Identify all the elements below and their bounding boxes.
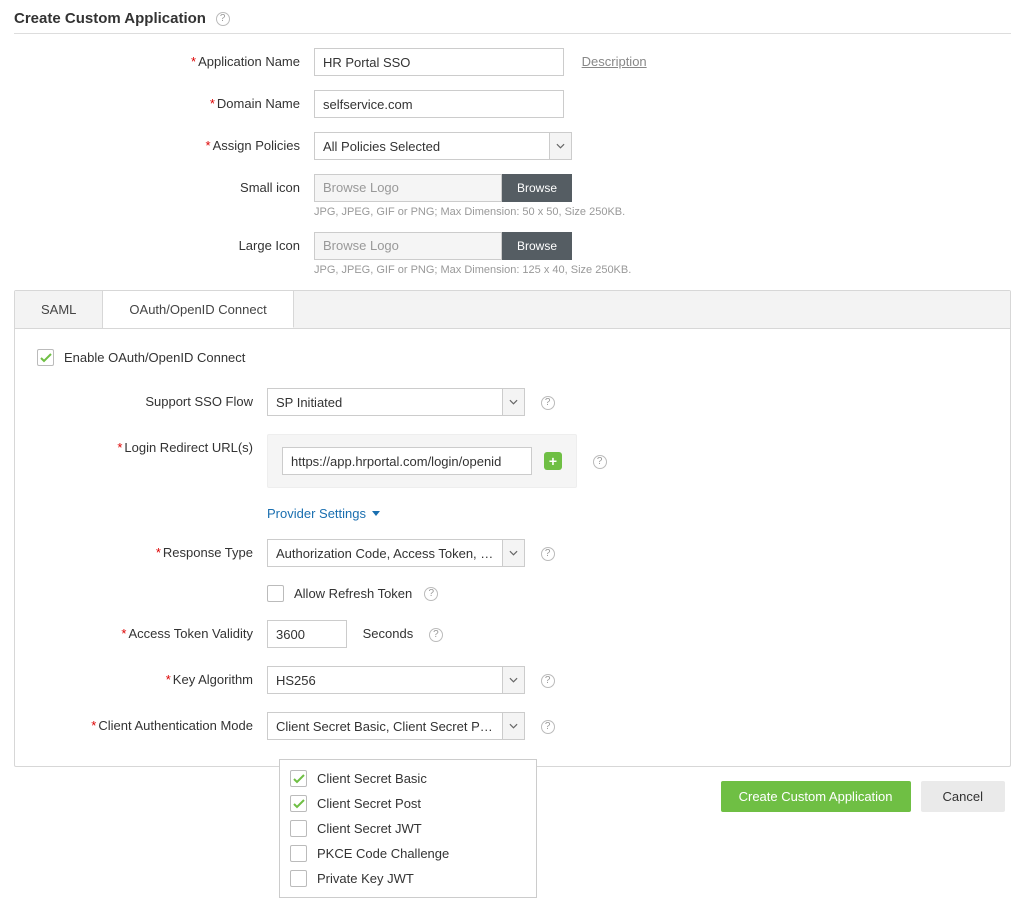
input-access-token-validity[interactable] — [267, 620, 347, 648]
label-access-token-validity: *Access Token Validity — [37, 620, 267, 641]
description-link[interactable]: Description — [582, 48, 647, 76]
label-large-icon: Large Icon — [14, 232, 314, 253]
checkbox-allow-refresh-token[interactable] — [267, 585, 284, 602]
checkbox-icon[interactable] — [290, 770, 307, 787]
hint-large-icon: JPG, JPEG, GIF or PNG; Max Dimension: 12… — [314, 264, 631, 276]
chevron-down-icon — [549, 133, 571, 159]
label-domain-name: *Domain Name — [14, 90, 314, 111]
tabs: SAML OAuth/OpenID Connect — [15, 291, 1010, 329]
chevron-down-icon — [502, 667, 524, 693]
select-sso-flow[interactable]: SP Initiated — [267, 388, 525, 416]
chevron-down-icon — [502, 713, 524, 739]
tab-oauth[interactable]: OAuth/OpenID Connect — [103, 291, 293, 328]
help-icon[interactable]: ? — [541, 547, 555, 561]
label-allow-refresh-token: Allow Refresh Token — [294, 586, 412, 601]
input-application-name[interactable] — [314, 48, 564, 76]
hint-small-icon: JPG, JPEG, GIF or PNG; Max Dimension: 50… — [314, 206, 625, 218]
help-icon[interactable]: ? — [541, 720, 555, 734]
redirect-url-box: + — [267, 434, 577, 488]
caret-down-icon — [372, 511, 380, 516]
input-login-redirect-url[interactable] — [282, 447, 532, 475]
dropdown-option-label: Private Key JWT — [317, 871, 414, 886]
checkbox-icon[interactable] — [290, 845, 307, 862]
help-icon[interactable]: ? — [541, 674, 555, 688]
provider-settings-toggle[interactable]: Provider Settings — [267, 506, 380, 521]
label-login-redirect: *Login Redirect URL(s) — [37, 434, 267, 455]
checkbox-icon[interactable] — [290, 795, 307, 812]
checkbox-icon[interactable] — [290, 870, 307, 887]
select-assign-policies[interactable]: All Policies Selected — [314, 132, 572, 160]
add-redirect-url-button[interactable]: + — [544, 452, 562, 470]
page-title: Create Custom Application — [14, 10, 206, 27]
dropdown-option[interactable]: Client Secret JWT — [280, 816, 536, 841]
dropdown-option[interactable]: Private Key JWT — [280, 866, 536, 891]
dropdown-client-auth-mode[interactable]: Client Secret Basic Client Secret Post Cli… — [279, 759, 537, 898]
browse-large-icon-button[interactable]: Browse — [502, 232, 572, 260]
dropdown-option-label: Client Secret Basic — [317, 771, 427, 786]
cancel-button[interactable]: Cancel — [921, 781, 1005, 812]
unit-seconds: Seconds — [363, 620, 414, 648]
help-icon[interactable]: ? — [429, 628, 443, 642]
label-app-name: *Application Name — [14, 48, 314, 69]
select-response-type[interactable]: Authorization Code, Access Token, ID Tok… — [267, 539, 525, 567]
tabs-container: SAML OAuth/OpenID Connect Enable OAuth/O… — [14, 290, 1011, 767]
chevron-down-icon — [502, 540, 524, 566]
label-key-algorithm: *Key Algorithm — [37, 666, 267, 687]
dropdown-option-label: Client Secret Post — [317, 796, 421, 811]
help-icon[interactable]: ? — [593, 455, 607, 469]
label-response-type: *Response Type — [37, 539, 267, 560]
select-client-auth-mode[interactable]: Client Secret Basic, Client Secret Post — [267, 712, 525, 740]
label-small-icon: Small icon — [14, 174, 314, 195]
dropdown-option[interactable]: Client Secret Basic — [280, 766, 536, 791]
label-assign-policies: *Assign Policies — [14, 132, 314, 153]
chevron-down-icon — [502, 389, 524, 415]
input-large-icon: Browse Logo — [314, 232, 502, 260]
help-icon[interactable]: ? — [216, 12, 230, 26]
help-icon[interactable]: ? — [424, 587, 438, 601]
tab-body-oauth: Enable OAuth/OpenID Connect Support SSO … — [15, 329, 1010, 766]
checkbox-icon[interactable] — [290, 820, 307, 837]
input-small-icon: Browse Logo — [314, 174, 502, 202]
select-key-algorithm[interactable]: HS256 — [267, 666, 525, 694]
tab-saml[interactable]: SAML — [15, 291, 103, 328]
dropdown-option-label: Client Secret JWT — [317, 821, 422, 836]
dropdown-option-label: PKCE Code Challenge — [317, 846, 449, 861]
input-domain-name[interactable] — [314, 90, 564, 118]
dropdown-option[interactable]: Client Secret Post — [280, 791, 536, 816]
dropdown-option[interactable]: PKCE Code Challenge — [280, 841, 536, 866]
create-application-button[interactable]: Create Custom Application — [721, 781, 911, 812]
label-client-auth-mode: *Client Authentication Mode — [37, 712, 267, 733]
browse-small-icon-button[interactable]: Browse — [502, 174, 572, 202]
help-icon[interactable]: ? — [541, 396, 555, 410]
page-header: Create Custom Application ? — [14, 10, 1011, 34]
checkbox-enable-oauth[interactable] — [37, 349, 54, 366]
label-sso-flow: Support SSO Flow — [37, 388, 267, 409]
label-enable-oauth: Enable OAuth/OpenID Connect — [64, 350, 245, 365]
